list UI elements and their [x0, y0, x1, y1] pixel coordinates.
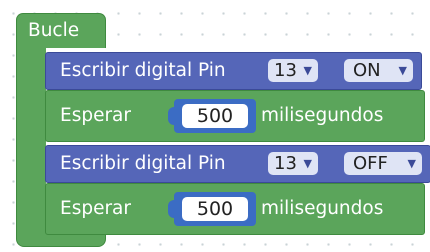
- delay-block[interactable]: Esperar 500 milisegundos: [45, 183, 425, 235]
- loop-label: Bucle: [28, 20, 80, 41]
- state-dropdown[interactable]: OFF ▼: [344, 152, 422, 175]
- dropdown-arrow-icon: ▼: [303, 157, 312, 170]
- dropdown-arrow-icon: ▼: [303, 64, 312, 77]
- digital-write-block[interactable]: Escribir digital Pin 13 ▼ OFF ▼: [45, 145, 430, 183]
- digital-write-label: Escribir digital Pin: [60, 153, 226, 174]
- pin-dropdown[interactable]: 13 ▼: [268, 59, 318, 82]
- number-slot[interactable]: 500: [168, 192, 256, 226]
- state-value: ON: [353, 60, 381, 81]
- loop-block[interactable]: Bucle: [16, 13, 106, 48]
- state-value: OFF: [353, 153, 388, 174]
- delay-value-input[interactable]: 500: [182, 197, 248, 221]
- dropdown-arrow-icon: ▼: [407, 157, 416, 170]
- delay-label: Esperar: [60, 198, 132, 219]
- digital-write-label: Escribir digital Pin: [60, 60, 226, 81]
- pin-dropdown[interactable]: 13 ▼: [268, 152, 318, 175]
- pin-value: 13: [274, 153, 297, 174]
- delay-unit-label: milisegundos: [261, 105, 384, 126]
- delay-block[interactable]: Esperar 500 milisegundos: [45, 90, 425, 142]
- digital-write-block[interactable]: Escribir digital Pin 13 ▼ ON ▼: [45, 52, 422, 90]
- delay-label: Esperar: [60, 105, 132, 126]
- loop-block-spine[interactable]: [16, 46, 46, 233]
- dropdown-arrow-icon: ▼: [398, 64, 407, 77]
- pin-value: 13: [274, 60, 297, 81]
- state-dropdown[interactable]: ON ▼: [344, 59, 413, 82]
- delay-value-input[interactable]: 500: [182, 104, 248, 128]
- number-slot[interactable]: 500: [168, 99, 256, 133]
- delay-unit-label: milisegundos: [261, 198, 384, 219]
